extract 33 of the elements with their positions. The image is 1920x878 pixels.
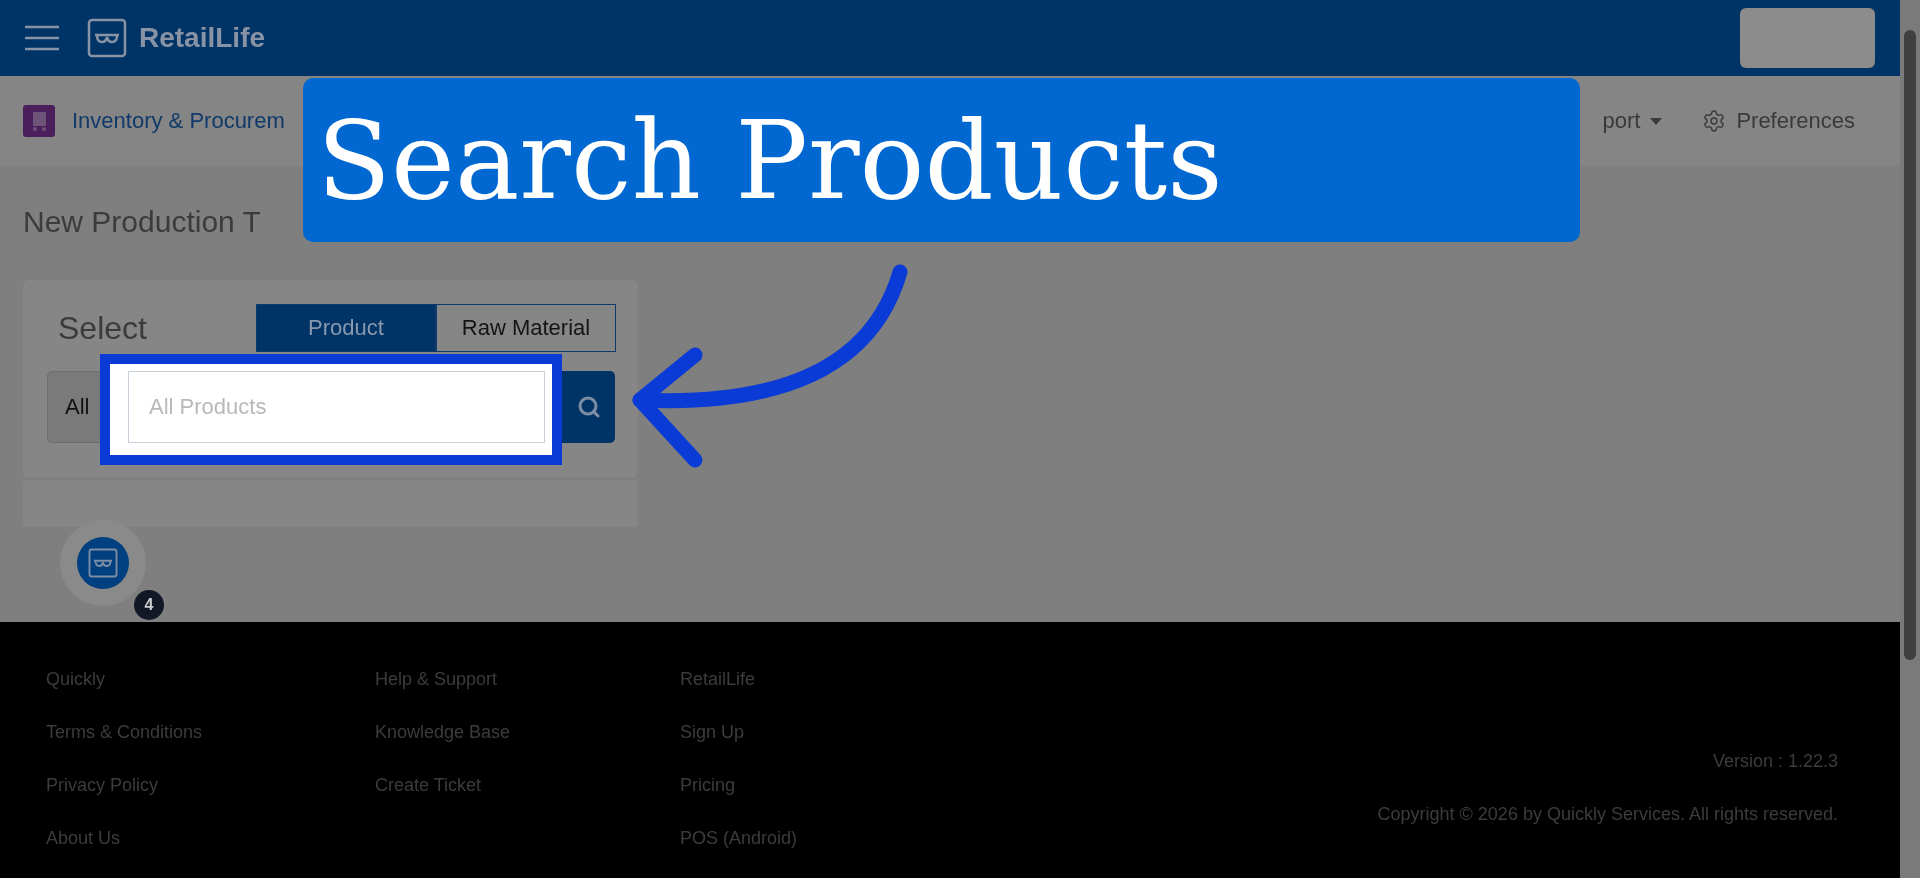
footer-link[interactable]: RetailLife bbox=[680, 667, 980, 691]
caret-icon bbox=[1650, 117, 1663, 125]
footer-link[interactable]: Help & Support bbox=[375, 667, 680, 691]
nav-item[interactable]: Preferences bbox=[1702, 108, 1855, 134]
footer-link[interactable]: Sign Up bbox=[680, 720, 980, 744]
page-title: New Production T bbox=[23, 204, 262, 240]
footer-link[interactable]: Pricing bbox=[680, 773, 980, 797]
search-icon bbox=[576, 395, 601, 419]
search-field[interactable]: All Products bbox=[128, 371, 545, 443]
filter-dropdown[interactable]: All bbox=[47, 371, 101, 443]
search-button[interactable] bbox=[562, 371, 615, 443]
copyright-text: Copyright © 2026 by Quickly Services. All rights reserved. bbox=[1377, 803, 1838, 826]
glasses-icon bbox=[88, 548, 118, 578]
nav-item[interactable]: port bbox=[1602, 108, 1663, 134]
footer-link[interactable]: Quickly bbox=[46, 667, 375, 691]
footer-link[interactable]: Terms & Conditions bbox=[46, 720, 375, 744]
module-link[interactable]: Inventory & Procurem bbox=[72, 108, 285, 134]
cart-icon bbox=[23, 105, 55, 137]
footer-link[interactable]: POS (Android) bbox=[680, 826, 980, 850]
brand-name: RetailLife bbox=[139, 22, 266, 54]
footer-link[interactable]: Privacy Policy bbox=[46, 773, 375, 797]
type-tab[interactable]: Product bbox=[256, 304, 436, 352]
settings-icon bbox=[1702, 109, 1727, 133]
callout-text: Search Products bbox=[317, 97, 1223, 223]
footer-link[interactable]: Create Ticket bbox=[375, 773, 680, 797]
glasses-logo-icon bbox=[87, 18, 127, 58]
version-text: Version : 1.22.3 bbox=[1712, 750, 1838, 773]
type-tab[interactable]: Raw Material bbox=[436, 304, 616, 352]
select-label: Select bbox=[57, 309, 148, 347]
scrollbar[interactable] bbox=[1900, 0, 1920, 878]
footer-link[interactable]: About Us bbox=[46, 826, 375, 850]
footer-link[interactable]: Knowledge Base bbox=[375, 720, 680, 744]
menu-icon[interactable] bbox=[25, 25, 59, 51]
